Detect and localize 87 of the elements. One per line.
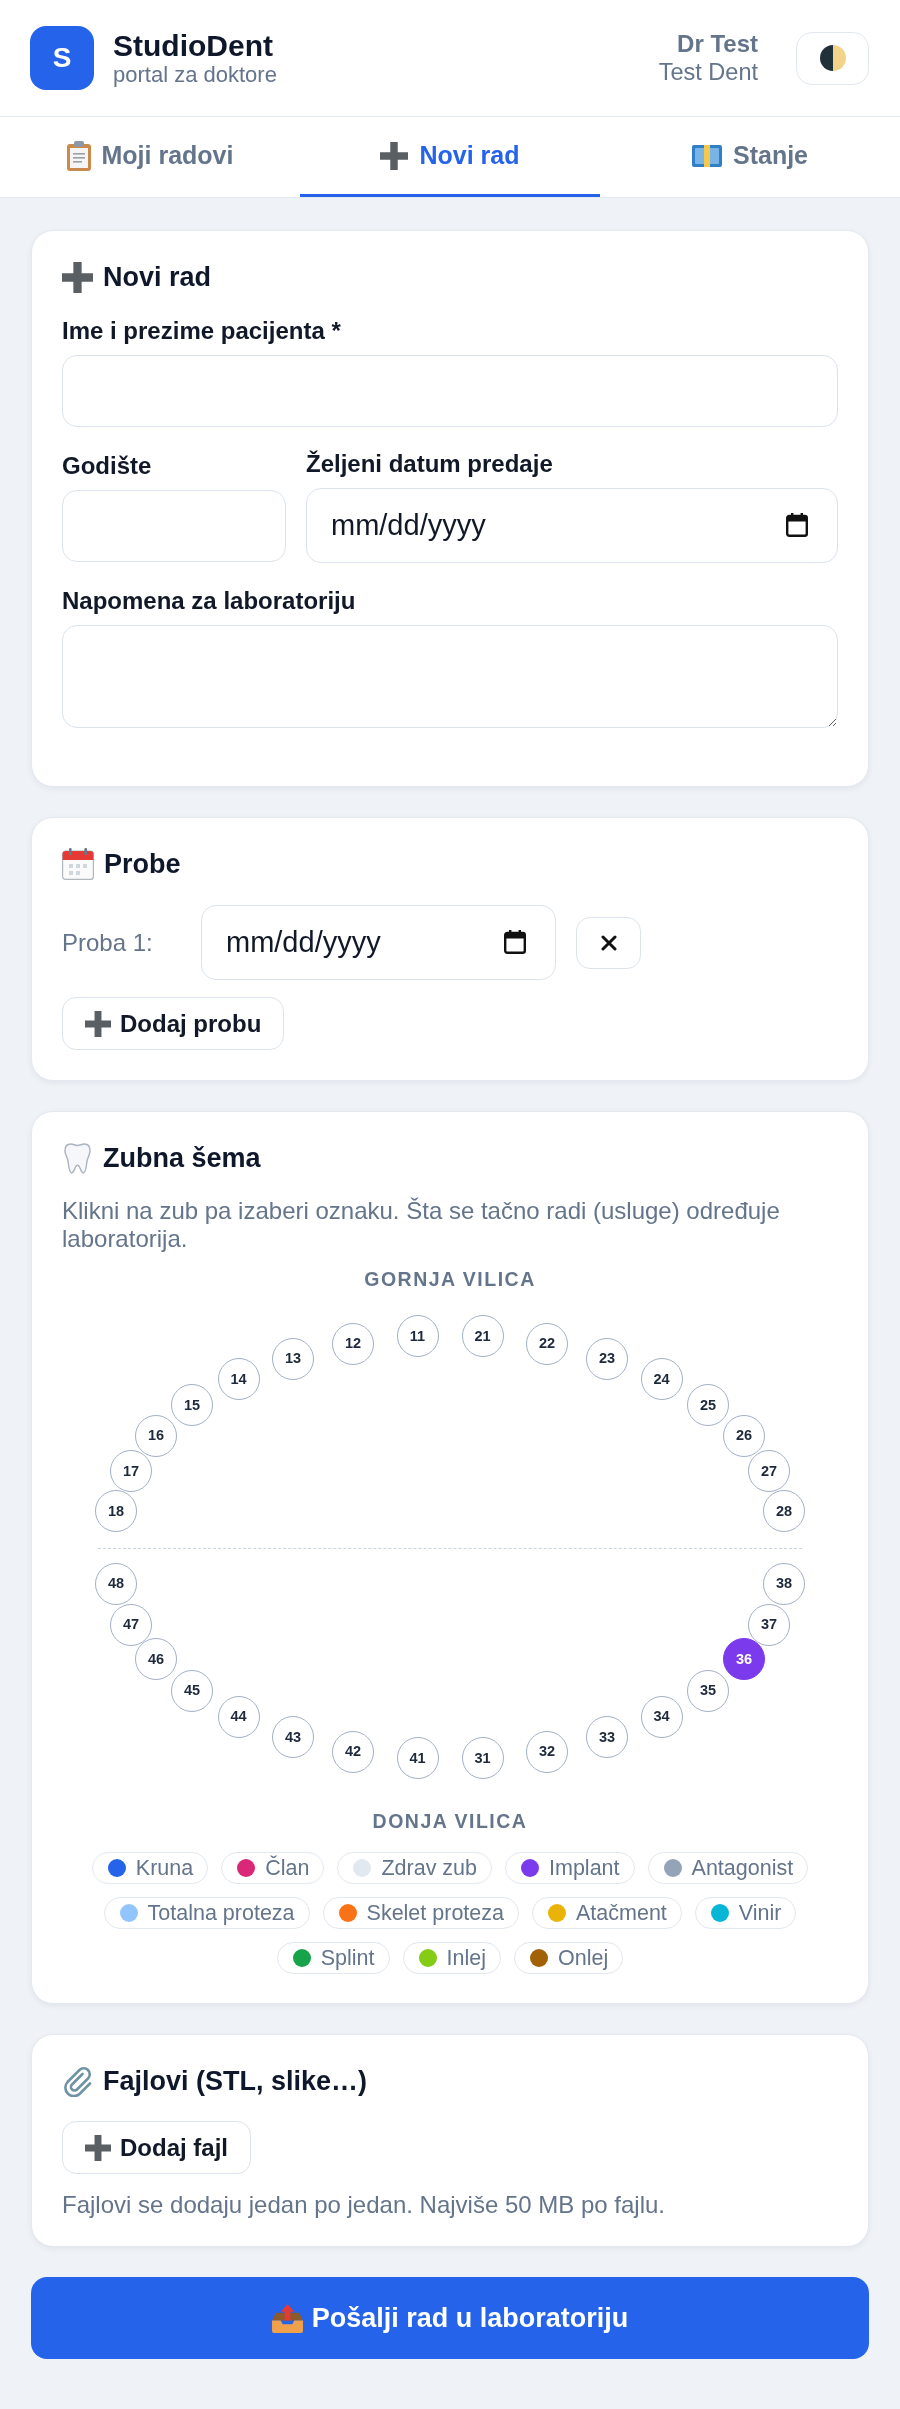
card-title: Zubna šema [103, 1142, 261, 1174]
tooth-button[interactable]: 28 [763, 1490, 805, 1532]
legend-label: Član [265, 1855, 310, 1881]
tooth-button[interactable]: 38 [763, 1562, 805, 1605]
legend-label: Antagonist [691, 1855, 794, 1881]
tooth-button[interactable]: 16 [135, 1414, 177, 1457]
date-field[interactable]: mm/dd/yyyy [306, 488, 838, 563]
plus-icon [62, 261, 93, 293]
jaw-label: DONJA VILICA [371, 1809, 529, 1833]
legend-label: Vinir [738, 1900, 782, 1926]
close-icon [600, 934, 617, 951]
tooth-button[interactable]: 41 [396, 1737, 439, 1779]
tooth-button[interactable]: 37 [748, 1603, 790, 1646]
paperclip-icon [62, 2065, 93, 2097]
date-field[interactable]: mm/dd/yyyy [201, 905, 556, 980]
tab[interactable]: Novi rad [300, 117, 600, 197]
tooth-button[interactable]: 35 [687, 1669, 729, 1712]
tooth-button[interactable]: 43 [272, 1716, 314, 1758]
tooth-button[interactable]: 36 [723, 1638, 765, 1680]
field-label: Ime i prezime pacijenta * [62, 317, 342, 345]
field-label: Željeni datum predaje [306, 450, 554, 478]
tooth-button[interactable]: 34 [640, 1695, 683, 1738]
legend-label: Totalna proteza [147, 1900, 295, 1926]
tooth-button[interactable]: 27 [748, 1450, 790, 1492]
tooth-button[interactable]: 45 [171, 1669, 213, 1712]
text-field[interactable] [62, 490, 286, 562]
add-file-button[interactable]: Dodaj fajl [62, 2121, 251, 2174]
field-label: Godište [62, 452, 153, 480]
moon-icon [819, 45, 846, 71]
tooth-button[interactable]: 21 [461, 1315, 504, 1357]
tooth-button[interactable]: 44 [217, 1695, 260, 1738]
tooth-button[interactable]: 33 [586, 1716, 628, 1758]
tooth-button[interactable]: 46 [135, 1638, 177, 1680]
clipboard-icon [66, 140, 91, 171]
banknote-icon [692, 144, 722, 167]
chart-description: Klikni na zub pa izaberi oznaku. Šta se tačno radi (usluge) određuje laboratorija. [62, 1197, 781, 1253]
theme-toggle-button[interactable] [796, 31, 869, 85]
card-title: Probe [104, 848, 181, 880]
legend-label: Splint [320, 1945, 375, 1971]
jaw-label: GORNJA VILICA [363, 1267, 537, 1291]
app-subtitle: portal za doktore [113, 61, 277, 88]
tooth-button[interactable]: 48 [95, 1562, 137, 1605]
tooth-button[interactable]: 15 [171, 1384, 213, 1426]
calendar-icon [62, 848, 94, 880]
legend-label: Implant [549, 1855, 620, 1881]
card-title: Novi rad [103, 261, 212, 293]
tab[interactable]: Stanje [600, 117, 900, 197]
tooth-button[interactable]: 18 [95, 1490, 137, 1532]
legend-label: Inlej [446, 1945, 486, 1971]
tab[interactable]: Moji radovi [0, 117, 300, 197]
clinic-name: Test Dent [658, 58, 758, 86]
user-name: Dr Test [677, 30, 758, 58]
submit-button[interactable]: Pošalji rad u laboratoriju [31, 2277, 869, 2359]
tooth-button[interactable]: 17 [110, 1450, 152, 1492]
remove-button[interactable] [576, 916, 641, 969]
tooth-button[interactable]: 12 [332, 1322, 374, 1365]
upload-tray-icon [271, 2303, 303, 2333]
tooth-button[interactable]: 23 [586, 1337, 628, 1380]
app-name: StudioDent [113, 28, 274, 62]
plus-icon [85, 1010, 111, 1037]
tooth-button[interactable]: 31 [461, 1737, 504, 1779]
tooth-button[interactable]: 11 [396, 1315, 439, 1357]
note-field[interactable] [62, 625, 838, 728]
plus-icon [380, 141, 409, 170]
tooth-button[interactable]: 14 [217, 1358, 260, 1400]
tooth-button[interactable]: 24 [640, 1358, 683, 1400]
field-label: Napomena za laboratoriju [62, 587, 357, 615]
tooth-button[interactable]: 25 [687, 1384, 729, 1426]
plus-icon [85, 2134, 111, 2161]
text-field[interactable] [62, 355, 838, 427]
add-trial-button[interactable]: Dodaj probu [62, 997, 285, 1050]
tooth-button[interactable]: 22 [526, 1322, 568, 1365]
tooth-button[interactable]: 26 [723, 1414, 765, 1457]
legend-label: Skelet proteza [366, 1900, 504, 1926]
tooth-button[interactable]: 47 [110, 1603, 152, 1646]
tooth-icon [64, 1142, 91, 1174]
tooth-button[interactable]: 13 [272, 1337, 314, 1380]
legend-label: Kruna [135, 1855, 194, 1881]
legend-label: Atačment [576, 1900, 667, 1926]
card-title: Fajlovi (STL, slike…) [103, 2065, 368, 2097]
app-logo: S [30, 26, 94, 90]
tooth-button[interactable]: 32 [526, 1730, 568, 1773]
legend-label: Zdrav zub [381, 1855, 478, 1881]
tooth-button[interactable]: 42 [332, 1730, 374, 1773]
files-note: Fajlovi se dodaju jedan po jedan. Najviše 50 MB po fajlu. [62, 2191, 667, 2219]
trial-label: Proba 1: [62, 928, 154, 957]
legend-label: Onlej [558, 1945, 609, 1971]
